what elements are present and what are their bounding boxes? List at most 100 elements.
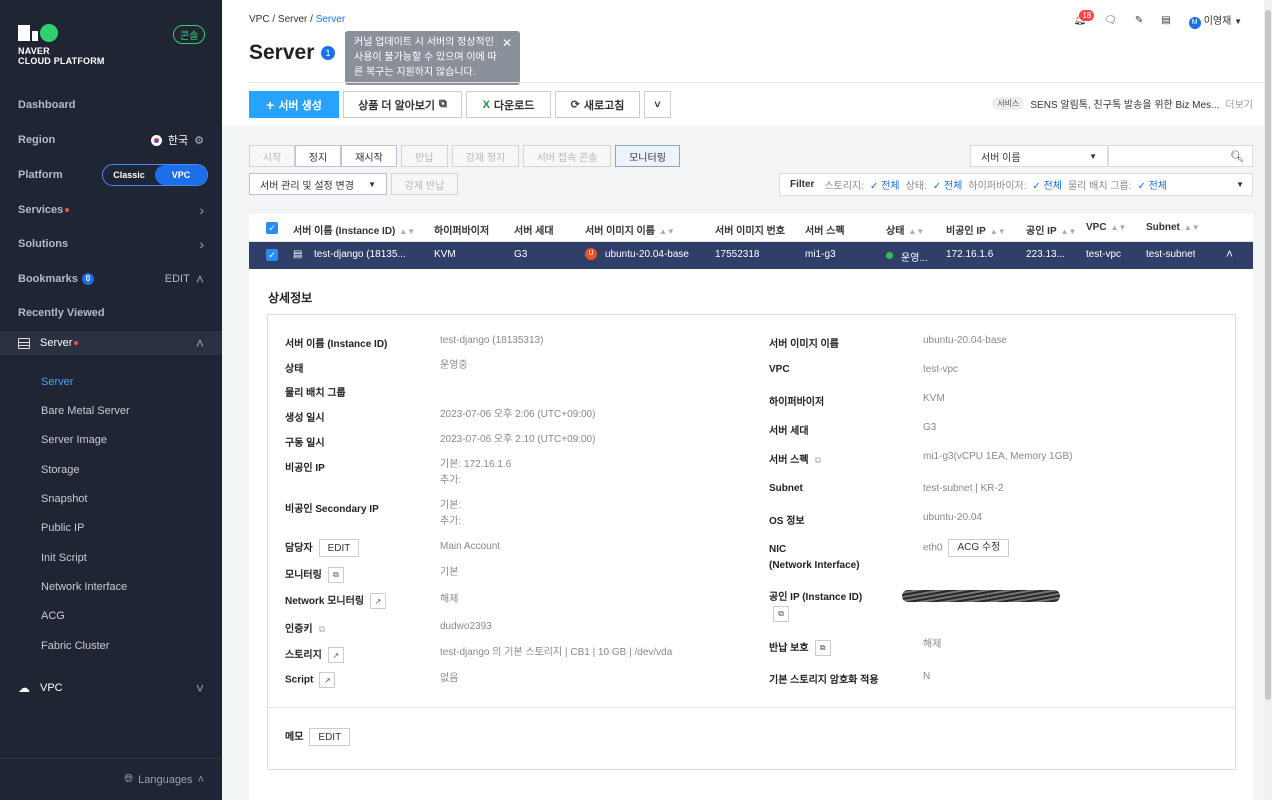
chevron-up-icon[interactable]: ˄ — [196, 271, 204, 287]
copy-icon[interactable]: ⧉ — [815, 455, 821, 465]
filter-status-value[interactable]: ✓ 전체 — [933, 177, 963, 192]
force-return-button[interactable]: 강제 반납 — [391, 173, 458, 195]
user-menu[interactable]: M 이영재 ▼ — [1188, 12, 1242, 29]
download-button[interactable]: X 다운로드 — [466, 91, 551, 118]
col-server-name[interactable]: 서버 이름 (Instance ID) ▲▼ — [293, 222, 415, 237]
row-server-name[interactable]: test-django (18135... — [314, 249, 424, 260]
col-public-ip[interactable]: 공인 IP ▲▼ — [1026, 222, 1076, 237]
row-public-ip: 223.13... — [1026, 249, 1065, 260]
row-image-name: ubuntu-20.04-base — [605, 249, 689, 260]
copy-icon[interactable]: ⧉ — [814, 640, 831, 657]
restart-button[interactable]: 재시작 — [341, 145, 397, 167]
new-dot-icon — [74, 341, 79, 345]
col-vpc[interactable]: VPC ▲▼ — [1086, 222, 1126, 233]
sidebar-item-acg[interactable]: ACG — [41, 610, 65, 622]
acg-edit-button[interactable]: ACG 수정 — [948, 539, 1010, 557]
filter-hypervisor-value[interactable]: ✓ 전체 — [1032, 177, 1062, 192]
return-button[interactable]: 반납 — [401, 145, 448, 167]
filter-placement-value[interactable]: ✓ 전체 — [1138, 177, 1168, 192]
search-field-select[interactable]: 서버 이름 ▼ — [970, 145, 1108, 167]
page-scrollbar[interactable] — [1264, 0, 1272, 800]
copy-icon[interactable]: ⧉ — [773, 606, 789, 622]
start-button[interactable]: 시작 — [249, 145, 295, 167]
chat-icon[interactable]: 🗨︎ — [1104, 15, 1117, 26]
breadcrumb-vpc[interactable]: VPC — [249, 14, 270, 25]
sidebar-item-services[interactable]: Services › — [0, 198, 222, 222]
value-created-at: 2023-07-06 오후 2:06 (UTC+09:00) — [440, 409, 596, 420]
copy-icon[interactable]: ⧉ — [319, 624, 325, 634]
filter-storage-value[interactable]: ✓ 전체 — [870, 177, 900, 192]
content-area: 시작 정지 재시작 반납 강제 정지 서버 접속 콘솔 모니터링 서버 관리 및… — [222, 126, 1272, 800]
external-link-icon[interactable]: ↗ — [319, 672, 336, 688]
sidebar-item-server[interactable]: Server — [41, 376, 73, 388]
service-more-link[interactable]: 더보기 — [1225, 96, 1253, 111]
search-input[interactable]: 🔍︎ — [1108, 145, 1253, 167]
sidebar-item-snapshot[interactable]: Snapshot — [41, 493, 87, 505]
sidebar-item-dashboard[interactable]: Dashboard — [0, 93, 222, 117]
col-private-ip[interactable]: 비공인 IP ▲▼ — [946, 222, 1006, 237]
platform-classic-option[interactable]: Classic — [103, 165, 155, 185]
more-dropdown-button[interactable]: ˅ — [644, 91, 671, 118]
external-link-icon[interactable]: ↗ — [370, 593, 387, 610]
force-stop-button[interactable]: 강제 정지 — [452, 145, 519, 167]
memo-edit-button[interactable]: EDIT — [309, 728, 351, 747]
server-console-button[interactable]: 서버 접속 콘솔 — [523, 145, 611, 167]
row-checkbox[interactable]: ✓ — [266, 249, 278, 261]
note-edit-icon[interactable]: ✎ — [1135, 15, 1143, 26]
download-label: 다운로드 — [493, 99, 535, 112]
select-all-checkbox[interactable]: ✓ — [266, 222, 278, 234]
sidebar-item-init-script[interactable]: Init Script — [41, 552, 87, 564]
breadcrumb-server-group[interactable]: Server — [278, 14, 307, 25]
stop-button[interactable]: 정지 — [295, 145, 341, 167]
value-monitoring: 기본 — [440, 567, 459, 578]
scrollbar-thumb[interactable] — [1265, 10, 1271, 700]
notification-bell-icon[interactable]: 🔔︎ 18 — [1073, 9, 1095, 26]
languages-selector[interactable]: 🌐︎ Languages ˄ — [0, 758, 222, 800]
search-icon[interactable]: 🔍︎ — [1230, 150, 1244, 163]
platform-vpc-option[interactable]: VPC — [155, 165, 207, 185]
owner-edit-button[interactable]: EDIT — [318, 539, 360, 558]
sidebar-section-server[interactable]: Server ˄ — [0, 331, 222, 355]
refresh-button[interactable]: ⟳ 새로고침 — [555, 91, 640, 118]
book-icon[interactable]: ▤ — [1161, 15, 1170, 26]
chevron-up-icon[interactable]: ˄ — [1226, 247, 1233, 261]
recently-viewed-label: Recently Viewed — [18, 307, 105, 319]
filter-storage-key: 스토리지: — [824, 181, 865, 192]
bookmarks-edit-button[interactable]: EDIT — [165, 273, 190, 285]
close-icon[interactable]: ✕ — [502, 36, 512, 51]
copy-icon[interactable]: ⧉ — [327, 567, 344, 584]
caret-down-icon[interactable]: ▼ — [1236, 180, 1252, 189]
learn-more-button[interactable]: 상품 더 알아보기 ⧉ — [343, 91, 462, 118]
console-badge[interactable]: 콘솔 — [173, 25, 206, 44]
naver-cloud-logo[interactable]: NAVER CLOUD PLATFORM — [18, 24, 105, 66]
gear-icon[interactable]: ⚙ — [194, 134, 204, 147]
create-server-button[interactable]: + 서버 생성 — [249, 91, 339, 118]
row-status: 운영... — [901, 253, 928, 264]
refresh-icon: ⟳ — [570, 99, 580, 111]
sidebar-item-bare-metal-server[interactable]: Bare Metal Server — [41, 405, 130, 417]
monitoring-button[interactable]: 모니터링 — [615, 145, 680, 167]
sidebar-item-public-ip[interactable]: Public IP — [41, 522, 84, 534]
col-status[interactable]: 상태 ▲▼ — [886, 222, 924, 237]
sidebar-item-solutions[interactable]: Solutions › — [0, 232, 222, 256]
sidebar-item-storage[interactable]: Storage — [41, 464, 80, 476]
sidebar-item-bookmarks[interactable]: Bookmarks 0 EDIT ˄ — [0, 267, 222, 291]
external-link-icon[interactable]: ↗ — [327, 647, 344, 664]
info-count-badge[interactable]: 1 — [321, 46, 335, 60]
sidebar-item-recently-viewed[interactable]: Recently Viewed — [0, 301, 222, 325]
platform-toggle[interactable]: Classic VPC — [102, 164, 208, 186]
sidebar-item-fabric-cluster[interactable]: Fabric Cluster — [41, 640, 109, 652]
value-hypervisor: KVM — [923, 393, 945, 404]
sidebar-section-vpc[interactable]: ☁ VPC ˅ — [0, 676, 222, 700]
table-row[interactable]: ✓ ▤ test-django (18135... KVM G3 U ubunt… — [249, 242, 1253, 269]
row-subnet: test-subnet — [1146, 249, 1196, 260]
filter-bar[interactable]: Filter 스토리지: ✓ 전체 상태: ✓ 전체 하이퍼바이저: ✓ 전체 물리 … — [779, 173, 1253, 196]
sidebar-item-network-interface[interactable]: Network Interface — [41, 581, 127, 593]
col-subnet[interactable]: Subnet ▲▼ — [1146, 222, 1200, 233]
col-image-name[interactable]: 서버 이미지 이름 ▲▼ — [585, 222, 675, 237]
service-notice-text[interactable]: SENS 알림톡, 친구톡 발송을 위한 Biz Mes... — [1030, 96, 1219, 111]
sidebar-item-region[interactable]: Region 한국 ⚙ — [0, 128, 222, 152]
sidebar-item-server-image[interactable]: Server Image — [41, 434, 107, 446]
manage-settings-dropdown[interactable]: 서버 관리 및 설정 변경 ▼ — [249, 173, 387, 195]
value-auth-key: dudwo2393 — [440, 621, 492, 632]
